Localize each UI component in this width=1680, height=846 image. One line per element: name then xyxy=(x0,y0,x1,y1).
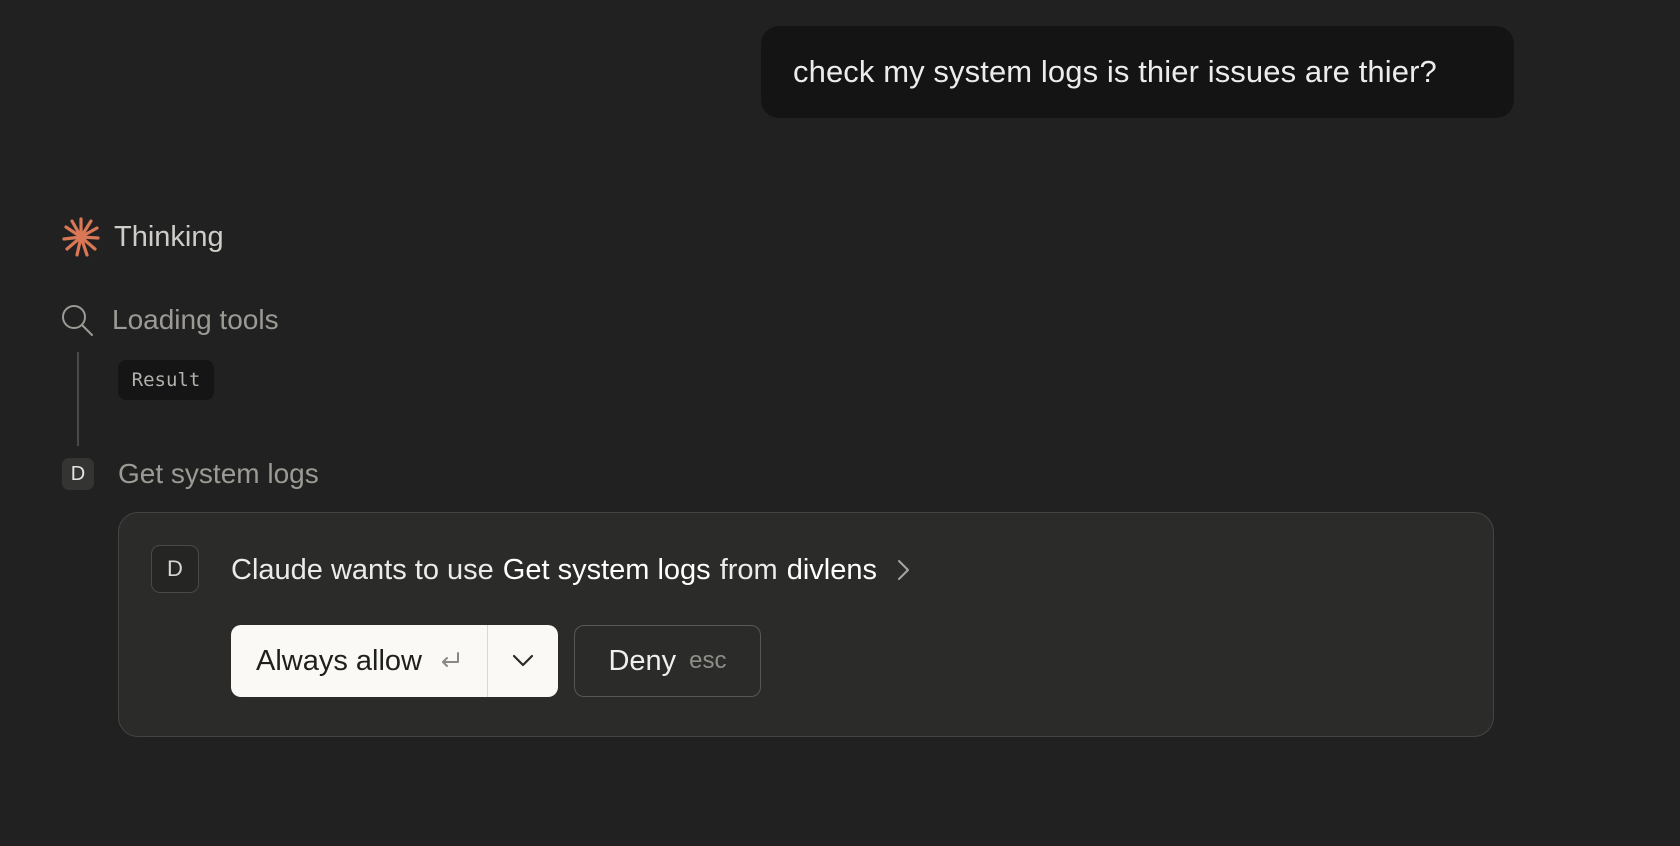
chevron-down-icon xyxy=(512,654,534,667)
always-allow-button-group: Always allow xyxy=(231,625,558,697)
permission-prefix: Claude wants to use xyxy=(231,553,494,586)
always-allow-button[interactable]: Always allow xyxy=(231,625,488,697)
step-loading-tools[interactable]: Loading tools xyxy=(60,303,279,337)
allow-options-dropdown[interactable] xyxy=(488,625,558,697)
permission-server-name: divlens xyxy=(786,553,877,586)
deny-button[interactable]: Deny esc xyxy=(574,625,761,697)
permission-title[interactable]: Claude wants to use Get system logs from… xyxy=(231,549,912,591)
always-allow-label: Always allow xyxy=(256,644,422,677)
server-badge-icon: D xyxy=(151,545,199,593)
chevron-right-icon[interactable] xyxy=(896,558,912,582)
permission-tool-name: Get system logs xyxy=(502,553,711,586)
step-get-system-logs[interactable]: D Get system logs xyxy=(62,458,319,490)
claude-spark-icon xyxy=(62,217,100,257)
permission-connector: from xyxy=(719,553,778,586)
step-label: Loading tools xyxy=(112,304,279,335)
chat-page: check my system logs is thier issues are… xyxy=(0,0,1680,846)
user-message-bubble: check my system logs is thier issues are… xyxy=(761,26,1514,118)
tool-permission-card: D Claude wants to use Get system logs fr… xyxy=(118,512,1494,737)
deny-label: Deny xyxy=(608,644,677,677)
thinking-indicator[interactable]: Thinking xyxy=(62,216,224,258)
enter-key-icon xyxy=(442,652,459,667)
server-badge-icon: D xyxy=(62,458,94,490)
timeline-connector xyxy=(77,352,79,446)
search-icon xyxy=(62,305,93,336)
thinking-label: Thinking xyxy=(114,220,224,253)
result-chip[interactable]: Result xyxy=(118,360,214,400)
user-message-text: check my system logs is thier issues are… xyxy=(793,54,1437,89)
step-label: Get system logs xyxy=(118,458,319,489)
deny-shortcut-hint: esc xyxy=(689,647,727,674)
